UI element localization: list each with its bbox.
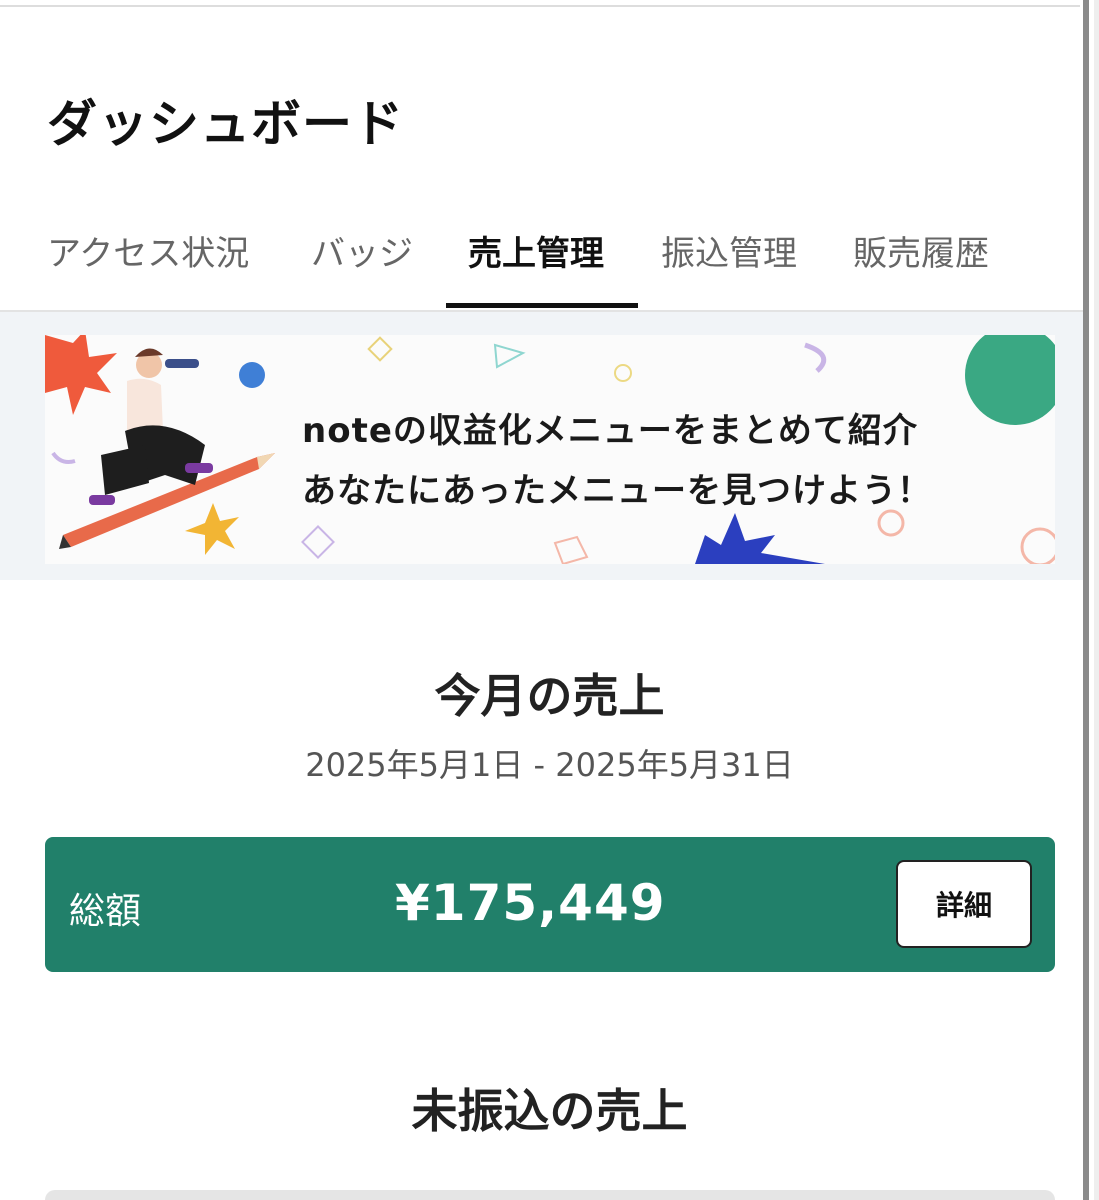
tab-badges[interactable]: バッジ (311, 226, 413, 275)
unpaid-sales-title: 未振込の売上 (411, 1084, 688, 1138)
top-divider (0, 5, 1080, 7)
tab-sales-history[interactable]: 販売履歴 (853, 226, 989, 275)
total-label: 総額 (69, 891, 142, 932)
banner-text-line2: あなたにあったメニューを見つけよう！ (302, 471, 932, 511)
dashboard-page: ダッシュボード アクセス状況 バッジ 売上管理 振込管理 販売履歴 noteの収… (0, 0, 1099, 1200)
tab-transfer-management[interactable]: 振込管理 (661, 226, 797, 275)
monthly-date-range: 2025年5月1日 - 2025年5月31日 (305, 746, 794, 784)
dashboard-tabs: アクセス状況 バッジ 売上管理 振込管理 販売履歴 (0, 212, 1083, 312)
detail-button[interactable]: 詳細 (896, 860, 1032, 948)
monetization-banner[interactable]: noteの収益化メニューをまとめて紹介 あなたにあったメニューを見つけよう！ (45, 335, 1055, 564)
banner-text-line1: noteの収益化メニューをまとめて紹介 (302, 411, 918, 451)
total-sales-card: 総額 ¥175,449 詳細 (45, 837, 1055, 972)
total-amount: ¥175,449 (395, 874, 666, 932)
unpaid-sales-card (45, 1190, 1055, 1200)
page-title: ダッシュボード (47, 95, 404, 153)
tab-sales-management[interactable]: 売上管理 (468, 226, 604, 275)
banner-section: noteの収益化メニューをまとめて紹介 あなたにあったメニューを見つけよう！ (0, 312, 1083, 580)
tab-access-status[interactable]: アクセス状況 (47, 226, 249, 275)
monthly-sales-title: 今月の売上 (434, 669, 665, 723)
active-tab-indicator (446, 303, 638, 308)
scrollbar-track (1094, 0, 1099, 1200)
scrollbar[interactable] (1083, 0, 1089, 1200)
